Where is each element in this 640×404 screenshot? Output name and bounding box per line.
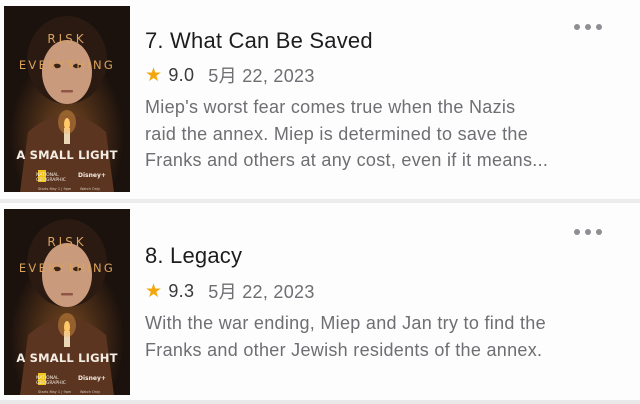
ellipsis-dot [574, 229, 580, 235]
ellipsis-icon[interactable] [574, 22, 602, 32]
episode-rating: 9.0 [168, 64, 195, 85]
episode-description: Miep's worst fear comes true when the Na… [145, 94, 611, 174]
ellipsis-dot [585, 229, 591, 235]
poster-brand-disney: Disney+ [78, 375, 106, 382]
episode-row[interactable]: RISK EVERYTHING A SMALL LIGHT NATIONAL G… [0, 0, 640, 198]
poster-sub-left: Starts May 1 | 9pm [38, 390, 72, 394]
ellipsis-dot [585, 24, 591, 30]
episode-date: 5月 22, 2023 [208, 282, 315, 302]
episode-title[interactable]: 8. Legacy [145, 243, 242, 269]
poster-sub-right: Watch Only [80, 390, 101, 394]
star-icon: ★ [145, 279, 163, 302]
episode-list: RISK EVERYTHING A SMALL LIGHT NATIONAL G… [0, 0, 640, 404]
poster-tagline-bottom: EVERYTHING [18, 261, 116, 275]
episode-poster: RISK EVERYTHING A SMALL LIGHT NATIONAL G… [4, 209, 130, 395]
poster-show-title: A SMALL LIGHT [16, 148, 118, 162]
episode-meta: ★ 9.0 5月 22, 2023 [145, 63, 315, 87]
star-icon: ★ [145, 63, 163, 86]
poster-show-title: A SMALL LIGHT [16, 351, 118, 365]
poster-brand-natgeo: NATIONAL GEOGRAPHIC [36, 173, 66, 183]
episode-title[interactable]: 7. What Can Be Saved [145, 28, 373, 54]
episode-date: 5月 22, 2023 [208, 66, 315, 86]
ellipsis-dot [596, 229, 602, 235]
description-line: raid the annex. Miep is determined to sa… [145, 123, 529, 144]
episode-description: With the war ending, Miep and Jan try to… [145, 310, 611, 363]
episode-meta: ★ 9.3 5月 22, 2023 [145, 279, 315, 303]
description-line: Franks and others at any cost, even if i… [145, 150, 549, 170]
description-line: Miep's worst fear comes true when the Na… [145, 97, 516, 117]
poster-sub-left: Starts May 1 | 9pm [38, 187, 72, 191]
poster-tagline-top: RISK [47, 32, 87, 46]
poster-tagline-top: RISK [47, 235, 87, 249]
ellipsis-icon[interactable] [574, 227, 602, 237]
episode-poster: RISK EVERYTHING A SMALL LIGHT NATIONAL G… [4, 6, 130, 192]
poster-tagline-bottom: EVERYTHING [18, 58, 116, 72]
episode-row[interactable]: RISK EVERYTHING A SMALL LIGHT NATIONAL G… [0, 203, 640, 401]
list-bottom-rule [0, 400, 640, 404]
ellipsis-dot [574, 24, 580, 30]
poster-brand-disney: Disney+ [78, 172, 106, 179]
poster-brand-natgeo: NATIONAL GEOGRAPHIC [36, 376, 66, 386]
description-line: With the war ending, Miep and Jan try to… [145, 313, 546, 333]
episode-rating: 9.3 [168, 280, 195, 301]
ellipsis-dot [596, 24, 602, 30]
description-line: Franks and other Jewish residents of the… [145, 339, 543, 360]
poster-sub-right: Watch Only [80, 187, 101, 191]
